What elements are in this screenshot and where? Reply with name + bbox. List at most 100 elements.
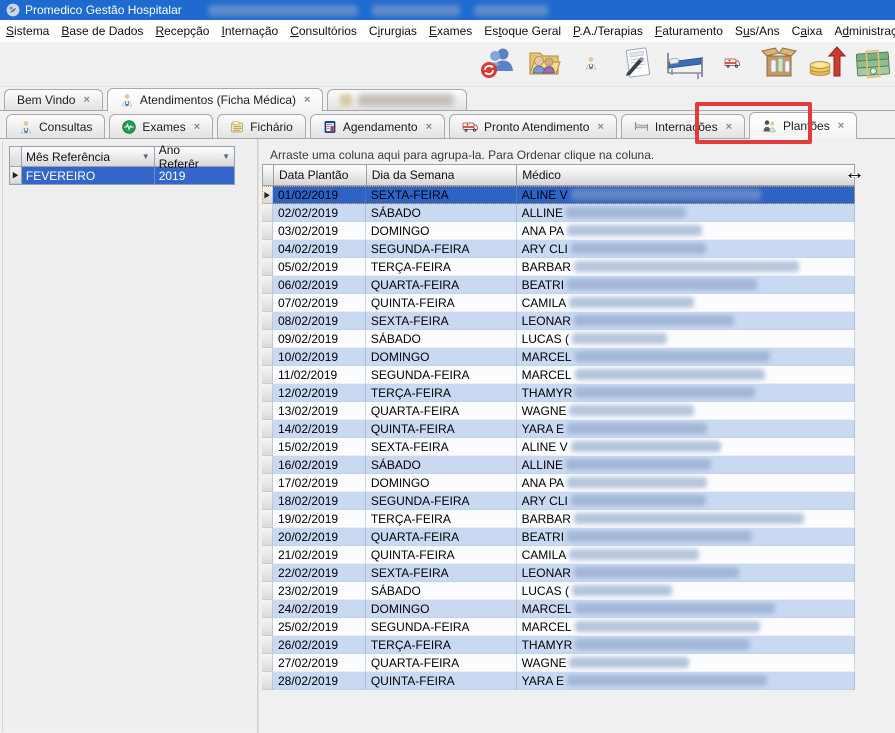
close-tab-icon[interactable]: × [304, 94, 310, 106]
column-header-dia-da-semana[interactable]: Dia da Semana [367, 164, 517, 186]
menu-base-de-dados[interactable]: Base de Dados [55, 21, 149, 41]
plantao-row-11[interactable]: 11/02/2019SEGUNDA-FEIRAMARCEL [262, 366, 855, 384]
plantao-row-28[interactable]: 28/02/2019QUINTA-FEIRAYARA E [262, 672, 855, 690]
column-header-ano-referencia[interactable]: Ano Referêr ▼ [155, 147, 234, 167]
data-plantao-cell: 16/02/2019 [273, 456, 366, 474]
pharmacy-stock-icon [759, 44, 799, 85]
column-header-medico[interactable]: Médico [517, 164, 855, 186]
mes-referencia-value[interactable]: FEVEREIRO [22, 167, 155, 184]
medico-cell: BEATRI [517, 528, 855, 546]
plantao-row-22[interactable]: 22/02/2019SEXTA-FEIRALEONAR [262, 564, 855, 582]
column-header-mes-referencia[interactable]: Mês Referência ▼ [22, 147, 155, 167]
plantao-row-09[interactable]: 09/02/2019SÁBADOLUCAS ( [262, 330, 855, 348]
panel-splitter[interactable] [257, 139, 260, 733]
plantao-row-04[interactable]: 04/02/2019SEGUNDA-FEIRAARY CLI [262, 240, 855, 258]
subtab-consultas[interactable]: Consultas [6, 114, 105, 138]
subtab-plantoes[interactable]: Plantões× [749, 112, 857, 139]
close-tab-icon[interactable]: × [838, 120, 844, 132]
toolbar-hospital-bed-button[interactable] [664, 44, 706, 85]
toolbar-patients-folder-button[interactable] [523, 44, 565, 85]
subtab-pronto-atendimento[interactable]: Pronto Atendimento× [449, 114, 617, 138]
data-plantao-cell: 20/02/2019 [273, 528, 366, 546]
menu-exames[interactable]: Exames [423, 21, 478, 41]
menu-estoque-geral[interactable]: Estoque Geral [478, 21, 567, 41]
plantao-row-25[interactable]: 25/02/2019SEGUNDA-FEIRAMARCEL [262, 618, 855, 636]
menu-consultorios[interactable]: Consultórios [284, 21, 363, 41]
plantao-row-23[interactable]: 23/02/2019SÁBADOLUCAS ( [262, 582, 855, 600]
plantao-row-17[interactable]: 17/02/2019DOMINGOANA PA [262, 474, 855, 492]
menu-internacao[interactable]: Internação [215, 21, 284, 41]
plantao-row-10[interactable]: 10/02/2019DOMINGOMARCEL [262, 348, 855, 366]
plantao-row-01[interactable]: ▶01/02/2019SEXTA-FEIRAALINE V [262, 186, 855, 204]
tab-label: Exames [142, 120, 185, 134]
plantao-row-24[interactable]: 24/02/2019DOMINGOMARCEL [262, 600, 855, 618]
close-tab-icon[interactable]: × [83, 94, 89, 106]
medico-redacted-name [574, 513, 804, 524]
plantao-row-03[interactable]: 03/02/2019DOMINGOANA PA [262, 222, 855, 240]
menu-administracao[interactable]: Administração [828, 21, 895, 41]
close-tab-icon[interactable]: × [194, 121, 200, 133]
plantao-row-18[interactable]: 18/02/2019SEGUNDA-FEIRAARY CLI [262, 492, 855, 510]
menu-p-a-terapias[interactable]: P.A./Terapias [567, 21, 649, 41]
plantao-row-15[interactable]: 15/02/2019SEXTA-FEIRAALINE V [262, 438, 855, 456]
tab-atendimentos-ficha-medica[interactable]: Atendimentos (Ficha Médica)× [107, 88, 324, 111]
tab-bem-vindo[interactable]: Bem Vindo× [4, 89, 103, 110]
month-reference-grid[interactable]: Mês Referência ▼ Ano Referêr ▼ ▶ FEVEREI… [9, 146, 235, 185]
filter-dropdown-icon[interactable]: ▼ [222, 152, 230, 161]
row-indicator-cell [262, 636, 273, 654]
toolbar-patients-sync-button[interactable] [476, 44, 518, 85]
plantao-row-26[interactable]: 26/02/2019TERÇA-FEIRATHAMYR [262, 636, 855, 654]
toolbar-ambulance-button[interactable] [711, 44, 753, 85]
menu-faturamento[interactable]: Faturamento [649, 21, 729, 41]
menu-cirurgias[interactable]: Cirurgias [363, 21, 423, 41]
toolbar-revenue-up-button[interactable] [805, 44, 847, 85]
menu-caixa[interactable]: Caixa [786, 21, 829, 41]
plantao-row-06[interactable]: 06/02/2019QUARTA-FEIRABEATRI [262, 276, 855, 294]
reference-row-selected[interactable]: ▶ FEVEREIRO 2019 [10, 167, 234, 184]
subtab-internacoes[interactable]: Internações× [621, 114, 745, 138]
row-indicator-cell: ▶ [262, 186, 273, 204]
toolbar-cash-button[interactable] [852, 44, 894, 85]
window-title: Promedico Gestão Hospitalar [25, 3, 182, 17]
plantao-row-02[interactable]: 02/02/2019SÁBADOALLINE [262, 204, 855, 222]
redacted-tab-icon [340, 94, 352, 106]
column-header-data-plantao[interactable]: Data Plantão [274, 164, 367, 186]
plantao-row-20[interactable]: 20/02/2019QUARTA-FEIRABEATRI [262, 528, 855, 546]
menu-sus-ans[interactable]: Sus/Ans [729, 21, 786, 41]
redacted-tab-label [358, 94, 454, 106]
subtab-fichario[interactable]: Fichário [217, 114, 306, 138]
medico-cell: LUCAS ( [517, 330, 855, 348]
medico-cell: THAMYR [517, 384, 855, 402]
data-plantao-cell: 12/02/2019 [273, 384, 366, 402]
plantao-row-13[interactable]: 13/02/2019QUARTA-FEIRAWAGNE [262, 402, 855, 420]
plantao-row-16[interactable]: 16/02/2019SÁBADOALLINE [262, 456, 855, 474]
toolbar-doctor-button[interactable] [570, 44, 612, 85]
subtab-exames[interactable]: Exames × [109, 114, 213, 138]
ano-referencia-value[interactable]: 2019 [155, 167, 234, 184]
plantao-row-19[interactable]: 19/02/2019TERÇA-FEIRABARBAR [262, 510, 855, 528]
dia-da-semana-cell: SÁBADO [366, 582, 517, 600]
filter-dropdown-icon[interactable]: ▼ [142, 152, 150, 161]
menu-recepcao[interactable]: Recepção [149, 21, 215, 41]
group-by-hint[interactable]: Arraste uma coluna aqui para agrupa-la. … [270, 148, 654, 162]
subtab-agendamento[interactable]: Agendamento× [310, 114, 445, 138]
close-tab-icon[interactable]: × [597, 121, 603, 133]
plantao-row-05[interactable]: 05/02/2019TERÇA-FEIRABARBAR [262, 258, 855, 276]
tab-redacted[interactable] [327, 89, 467, 110]
plantao-row-27[interactable]: 27/02/2019QUARTA-FEIRAWAGNE [262, 654, 855, 672]
close-tab-icon[interactable]: × [426, 121, 432, 133]
plantoes-grid[interactable]: Data Plantão Dia da Semana Médico ▶01/02… [262, 164, 855, 690]
plantao-row-12[interactable]: 12/02/2019TERÇA-FEIRATHAMYR [262, 384, 855, 402]
menu-sistema[interactable]: Sistema [0, 21, 55, 41]
plantao-row-21[interactable]: 21/02/2019QUINTA-FEIRACAMILA [262, 546, 855, 564]
plantao-row-14[interactable]: 14/02/2019QUINTA-FEIRAYARA E [262, 420, 855, 438]
dia-da-semana-cell: SEGUNDA-FEIRA [366, 240, 517, 258]
medico-redacted-name [575, 603, 775, 614]
close-tab-icon[interactable]: × [726, 121, 732, 133]
toolbar-medical-record-button[interactable] [617, 44, 659, 85]
dia-da-semana-cell: QUARTA-FEIRA [366, 402, 517, 420]
row-indicator-cell [262, 366, 273, 384]
plantao-row-08[interactable]: 08/02/2019SEXTA-FEIRALEONAR [262, 312, 855, 330]
plantao-row-07[interactable]: 07/02/2019QUINTA-FEIRACAMILA [262, 294, 855, 312]
toolbar-pharmacy-stock-button[interactable] [758, 44, 800, 85]
